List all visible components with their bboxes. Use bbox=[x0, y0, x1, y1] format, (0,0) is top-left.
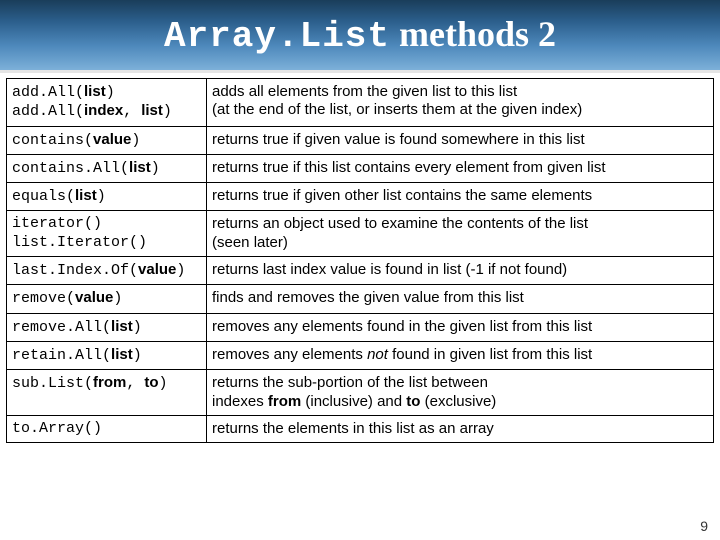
method-description: returns an object used to examine the co… bbox=[207, 211, 714, 257]
method-signature: remove(value) bbox=[7, 285, 207, 313]
method-signature: contains(value) bbox=[7, 126, 207, 154]
table-row: retain.All(list)removes any elements not… bbox=[7, 341, 714, 369]
method-description: returns true if this list contains every… bbox=[207, 154, 714, 182]
method-signature: contains.All(list) bbox=[7, 154, 207, 182]
method-description: returns the elements in this list as an … bbox=[207, 415, 714, 442]
method-signature: to.Array() bbox=[7, 415, 207, 442]
table-row: sub.List(from, to)returns the sub-portio… bbox=[7, 370, 714, 416]
method-description: returns true if given other list contain… bbox=[207, 183, 714, 211]
table-row: to.Array()returns the elements in this l… bbox=[7, 415, 714, 442]
method-description: finds and removes the given value from t… bbox=[207, 285, 714, 313]
content-area: add.All(list)add.All(index, list)adds al… bbox=[0, 70, 720, 443]
table-row: contains.All(list)returns true if this l… bbox=[7, 154, 714, 182]
table-row: remove.All(list)removes any elements fou… bbox=[7, 313, 714, 341]
title-code: Array.List bbox=[164, 16, 390, 57]
method-description: returns the sub-portion of the list betw… bbox=[207, 370, 714, 416]
table-row: iterator()list.Iterator()returns an obje… bbox=[7, 211, 714, 257]
table-row: last.Index.Of(value)returns last index v… bbox=[7, 257, 714, 285]
method-signature: sub.List(from, to) bbox=[7, 370, 207, 416]
title-bar: Array.List methods 2 bbox=[0, 0, 720, 70]
method-signature: iterator()list.Iterator() bbox=[7, 211, 207, 257]
table-row: remove(value)finds and removes the given… bbox=[7, 285, 714, 313]
methods-table: add.All(list)add.All(index, list)adds al… bbox=[6, 78, 714, 443]
table-row: add.All(list)add.All(index, list)adds al… bbox=[7, 79, 714, 127]
table-row: equals(list)returns true if given other … bbox=[7, 183, 714, 211]
method-signature: remove.All(list) bbox=[7, 313, 207, 341]
methods-tbody: add.All(list)add.All(index, list)adds al… bbox=[7, 79, 714, 443]
title-rest: methods 2 bbox=[390, 14, 556, 54]
method-signature: equals(list) bbox=[7, 183, 207, 211]
method-description: returns last index value is found in lis… bbox=[207, 257, 714, 285]
method-description: removes any elements not found in given … bbox=[207, 341, 714, 369]
method-description: returns true if given value is found som… bbox=[207, 126, 714, 154]
method-description: removes any elements found in the given … bbox=[207, 313, 714, 341]
method-signature: retain.All(list) bbox=[7, 341, 207, 369]
page-number: 9 bbox=[700, 518, 708, 534]
method-description: adds all elements from the given list to… bbox=[207, 79, 714, 127]
method-signature: last.Index.Of(value) bbox=[7, 257, 207, 285]
slide: Array.List methods 2 add.All(list)add.Al… bbox=[0, 0, 720, 540]
table-row: contains(value)returns true if given val… bbox=[7, 126, 714, 154]
slide-title: Array.List methods 2 bbox=[164, 13, 556, 57]
method-signature: add.All(list)add.All(index, list) bbox=[7, 79, 207, 127]
